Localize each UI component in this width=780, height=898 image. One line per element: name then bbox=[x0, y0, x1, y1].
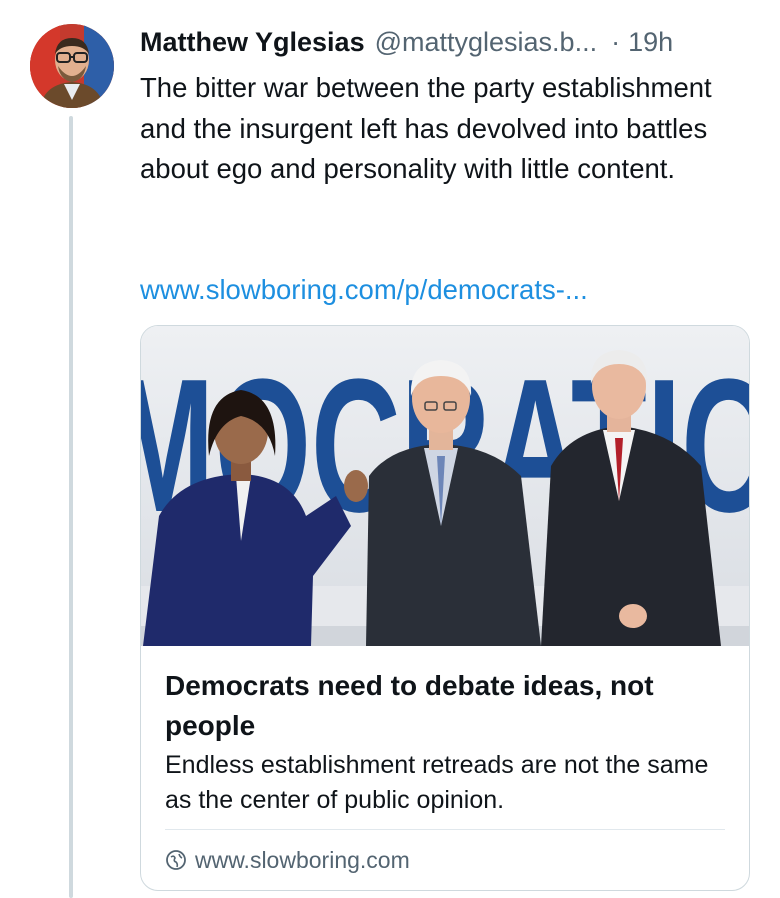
link-preview-card[interactable]: MOCRATIC bbox=[140, 325, 750, 891]
author-avatar[interactable] bbox=[30, 24, 114, 108]
avatar-photo bbox=[30, 24, 114, 108]
post-header: Matthew Yglesias @mattyglesias.b... · 19… bbox=[140, 24, 760, 60]
card-domain[interactable]: www.slowboring.com bbox=[165, 844, 410, 876]
thread-line bbox=[69, 116, 73, 898]
card-description: Endless establishment retreads are not t… bbox=[165, 751, 709, 814]
post-text: The bitter war between the party establi… bbox=[140, 72, 712, 184]
card-image: MOCRATIC bbox=[141, 326, 749, 646]
author-handle[interactable]: @mattyglesias.b... bbox=[375, 27, 598, 58]
card-title[interactable]: Democrats need to debate ideas, not peop… bbox=[165, 666, 725, 746]
post-link[interactable]: www.slowboring.com/p/democrats-... bbox=[140, 270, 750, 310]
card-domain-text: www.slowboring.com bbox=[195, 846, 410, 873]
author-name[interactable]: Matthew Yglesias bbox=[140, 27, 365, 58]
globe-icon bbox=[165, 849, 187, 871]
card-photo: MOCRATIC bbox=[141, 326, 749, 646]
post[interactable]: Matthew Yglesias @mattyglesias.b... · 19… bbox=[0, 0, 780, 898]
post-timestamp[interactable]: 19h bbox=[628, 27, 673, 58]
card-divider bbox=[165, 829, 725, 830]
header-separator: · bbox=[611, 26, 621, 57]
